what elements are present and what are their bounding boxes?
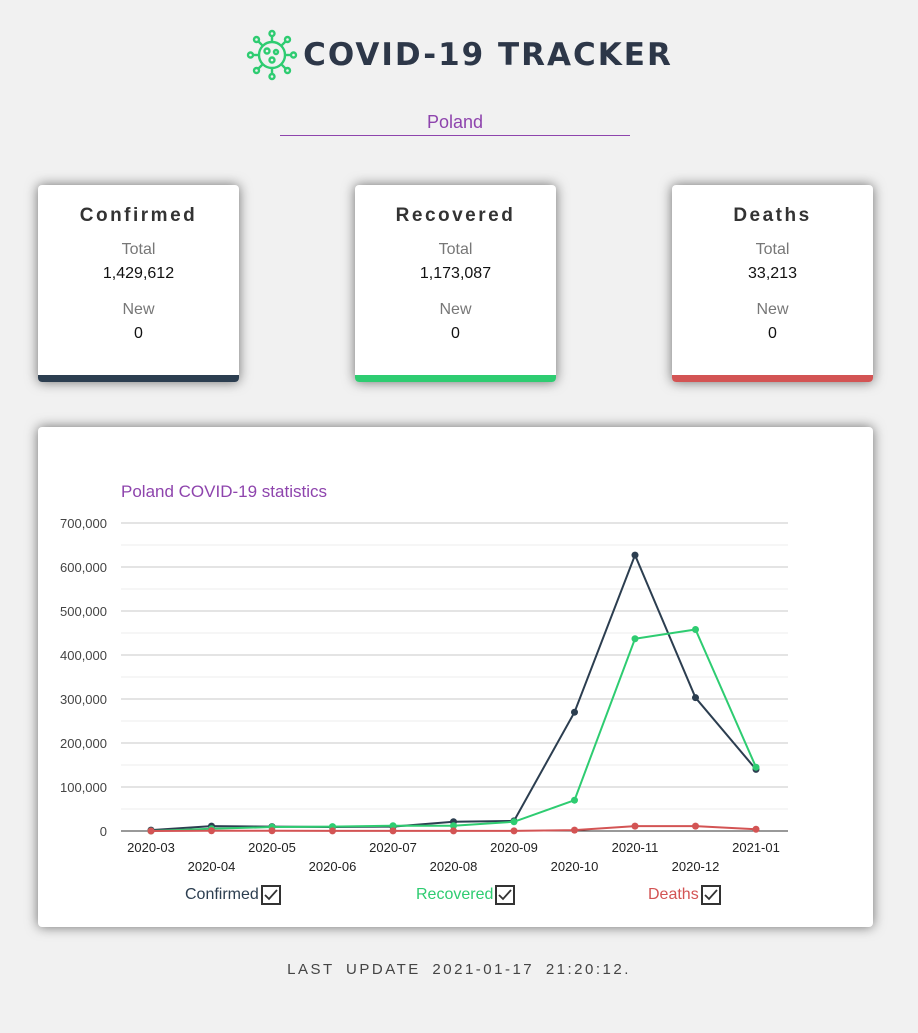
data-point (510, 827, 518, 835)
card-title: Confirmed (79, 205, 198, 226)
card-title: Recovered (395, 205, 516, 226)
recovered-card: Recovered Total 1,173,087 New 0 (355, 185, 556, 382)
chart-card: Poland COVID-19 statistics 0 100,000 200,00… (38, 427, 873, 927)
new-value: 0 (134, 325, 143, 342)
legend-label: Confirmed (185, 886, 259, 903)
data-point (147, 827, 155, 835)
data-point (268, 827, 276, 835)
y-tick-label: 200,000 (60, 736, 107, 751)
app-title: COVID-19 TRACKER (303, 37, 673, 73)
x-tick-label: 2021-01 (732, 840, 780, 855)
total-label: Total (438, 241, 473, 258)
legend-confirmed[interactable]: Confirmed (185, 885, 281, 905)
x-tick-label: 2020-03 (127, 840, 175, 855)
new-value: 0 (451, 325, 460, 342)
x-tick-label: 2020-09 (490, 840, 538, 855)
data-point (571, 708, 578, 716)
legend-recovered[interactable]: Recovered (416, 885, 516, 905)
total-value: 1,173,087 (419, 265, 492, 282)
total-label: Total (755, 241, 790, 258)
checkmark-icon (498, 889, 513, 901)
new-value: 0 (768, 325, 777, 342)
x-tick-label: 2020-07 (369, 840, 417, 855)
data-point (450, 827, 457, 835)
app-header: COVID-19 TRACKER (0, 26, 918, 84)
country-select[interactable]: Poland (280, 112, 630, 136)
legend-deaths[interactable]: Deaths (648, 885, 721, 905)
new-label: New (756, 301, 789, 318)
total-value: 33,213 (748, 265, 797, 282)
legend-label: Recovered (416, 886, 494, 903)
data-point (692, 625, 699, 633)
chart-title: Poland COVID-19 statistics (121, 482, 327, 501)
new-label: New (122, 301, 155, 318)
card-accent-bar (672, 375, 873, 382)
data-point (631, 551, 639, 559)
data-point (631, 635, 639, 643)
country-select-value: Poland (426, 112, 484, 132)
total-label: Total (121, 241, 156, 258)
y-tick-label: 500,000 (60, 604, 107, 619)
x-tick-label: 2020-10 (551, 859, 599, 874)
data-point (571, 826, 578, 834)
x-tick-label: 2020-12 (672, 859, 720, 874)
confirmed-card: Confirmed Total 1,429,612 New 0 (38, 185, 239, 382)
last-update: LAST UPDATE 2021-01-17 21:20:12. (287, 961, 631, 978)
card-accent-bar (355, 375, 556, 382)
data-point (510, 818, 518, 826)
x-tick-label: 2020-08 (430, 859, 478, 874)
checkbox[interactable] (495, 885, 516, 905)
checkmark-icon (264, 889, 278, 901)
line-chart: Poland COVID-19 statistics 0 100,000 200,00… (60, 482, 788, 874)
legend-label: Deaths (648, 886, 699, 903)
data-point (571, 796, 578, 804)
virus-icon (246, 29, 298, 81)
data-point (389, 827, 397, 835)
x-tick-label: 2020-11 (612, 840, 659, 855)
data-point (329, 827, 336, 835)
x-tick-label: 2020-05 (248, 840, 296, 855)
data-point (752, 763, 760, 771)
data-point (631, 822, 639, 830)
y-tick-label: 0 (100, 824, 107, 839)
checkbox[interactable] (700, 885, 721, 905)
x-tick-label: 2020-06 (309, 859, 357, 874)
new-label: New (439, 301, 472, 318)
y-tick-label: 400,000 (60, 648, 107, 663)
y-tick-label: 300,000 (60, 692, 107, 707)
checkmark-icon (704, 889, 718, 901)
card-title: Deaths (733, 205, 812, 226)
x-tick-label: 2020-04 (188, 859, 236, 874)
card-accent-bar (38, 375, 239, 382)
series-line-recovered (150, 628, 757, 832)
data-point (208, 827, 215, 835)
checkbox[interactable] (260, 885, 281, 905)
data-point (692, 694, 699, 702)
y-tick-label: 100,000 (60, 780, 107, 795)
y-tick-label: 600,000 (60, 560, 107, 575)
series-line-confirmed (150, 552, 757, 832)
deaths-card: Deaths Total 33,213 New 0 (672, 185, 873, 382)
data-point (692, 822, 699, 830)
data-point (752, 825, 760, 833)
y-tick-label: 700,000 (60, 516, 107, 531)
total-value: 1,429,612 (102, 265, 175, 282)
